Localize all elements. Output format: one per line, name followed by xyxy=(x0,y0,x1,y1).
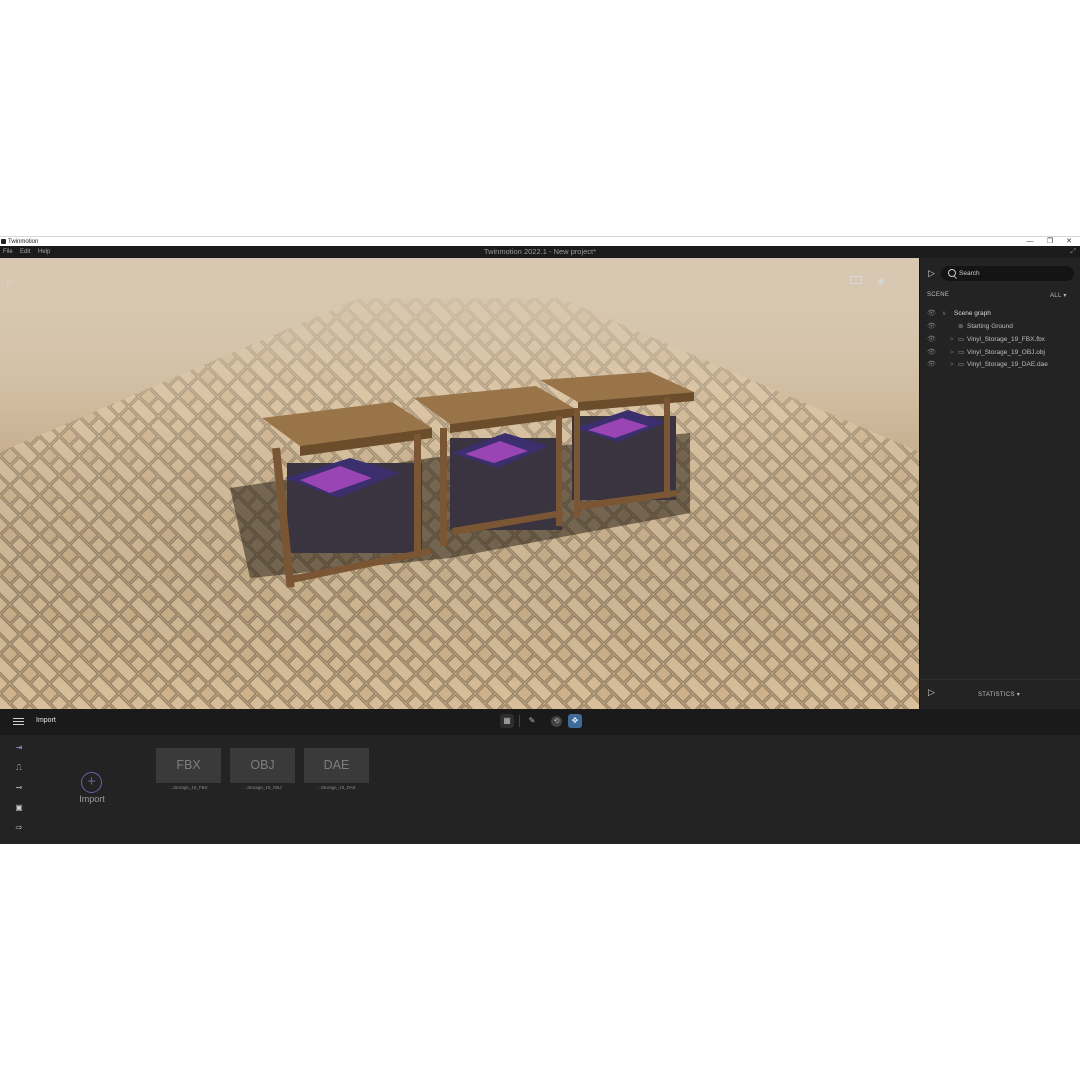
tree-label: Vinyl_Storage_19_OBJ.obj xyxy=(967,349,1045,356)
folder-icon: ▭ xyxy=(958,361,965,368)
viewport[interactable]: ▷ ◉ xyxy=(0,258,919,709)
toolbar-divider xyxy=(519,715,520,727)
play-icon[interactable]: ▷ xyxy=(928,687,935,697)
chevron-right-icon[interactable]: > xyxy=(950,347,954,359)
orbit-icon[interactable]: ⟲ xyxy=(551,716,562,727)
menu-file[interactable]: File xyxy=(3,246,13,258)
chevron-right-icon[interactable]: > xyxy=(950,359,954,371)
eye-icon[interactable]: 👁 xyxy=(927,334,936,346)
folder-icon: ▭ xyxy=(958,336,965,343)
chevron-down-icon[interactable]: ∨ xyxy=(942,308,946,320)
tree-row-scene-graph[interactable]: 👁 ∨ Scene graph xyxy=(920,308,1080,320)
expand-icon[interactable]: ⤢ xyxy=(1070,246,1076,258)
import-add-icon[interactable]: + xyxy=(81,772,102,793)
filter-label: ALL xyxy=(1050,293,1062,299)
import-panel: ⇥ ⎍ ⊸ ▣ ⇨ + Import FBX ...Storage_19_FBX… xyxy=(0,735,1080,844)
aspect-ratio-icon[interactable] xyxy=(850,276,862,284)
tree-row-dae[interactable]: 👁 > ▭ Vinyl_Storage_19_DAE.dae xyxy=(920,359,1080,371)
filter-dropdown[interactable]: ALL ▾ xyxy=(1050,292,1067,299)
menu-help[interactable]: Help xyxy=(38,246,50,258)
tree-label: Vinyl_Storage_19_FBX.fbx xyxy=(967,336,1045,343)
asset-caption: ...Storage_19_FBX xyxy=(169,785,208,790)
import-label[interactable]: Import xyxy=(72,794,112,804)
move-icon[interactable]: ✥ xyxy=(568,714,582,728)
tree-label: Vinyl_Storage_19_DAE.dae xyxy=(967,361,1048,368)
scene-panel: ▷ SCENE ALL ▾ 👁 ∨ Scene graph 👁 ⊛ Starti… xyxy=(919,258,1080,709)
eye-icon[interactable]: 👁 xyxy=(927,308,936,320)
search-box[interactable] xyxy=(941,266,1074,281)
asset-tile-dae[interactable]: DAE xyxy=(304,748,369,783)
eye-icon[interactable]: 👁 xyxy=(927,347,936,359)
asset-caption: ...Storage_19_DAE xyxy=(317,785,356,790)
app-logo-icon xyxy=(1,239,6,244)
animation-icon[interactable]: ⎍ xyxy=(11,763,27,773)
import-icon[interactable]: ⇥ xyxy=(11,743,27,753)
hamburger-menu-icon[interactable] xyxy=(13,718,24,719)
chevron-down-icon: ▾ xyxy=(1016,692,1021,698)
export-icon[interactable]: ⇨ xyxy=(11,823,27,833)
asset-tile-obj[interactable]: OBJ xyxy=(230,748,295,783)
visibility-icon[interactable]: ◉ xyxy=(877,276,885,286)
search-input[interactable] xyxy=(959,266,1069,281)
statistics-dropdown[interactable]: STATISTICS ▾ xyxy=(978,691,1020,698)
folder-icon: ▭ xyxy=(958,349,965,356)
tree-label: Scene graph xyxy=(954,310,991,317)
play-icon[interactable]: ▷ xyxy=(7,277,14,287)
tree-row-starting-ground[interactable]: 👁 ⊛ Starting Ground xyxy=(920,321,1080,333)
scene-label: SCENE xyxy=(927,292,950,298)
chevron-down-icon: ▾ xyxy=(1063,293,1067,299)
statistics-label: STATISTICS xyxy=(978,692,1015,698)
menu-edit[interactable]: Edit xyxy=(20,246,30,258)
app-title: Twinmotion 2022.1 - New project* xyxy=(483,247,597,256)
search-icon xyxy=(948,269,956,277)
statistics-bar: ▷ STATISTICS ▾ xyxy=(920,679,1080,710)
asset-caption: ...Storage_19_OBJ xyxy=(243,785,282,790)
collapse-panel-icon[interactable]: ▷ xyxy=(928,268,935,278)
eye-icon[interactable]: 👁 xyxy=(927,321,936,333)
bottom-toolbar: Import ▦ ✎ ⟲ ✥ xyxy=(0,709,1080,735)
settings-slider-icon[interactable]: ⊸ xyxy=(11,783,27,793)
eyedropper-icon[interactable]: ✎ xyxy=(525,714,539,728)
section-label: Import xyxy=(36,717,56,724)
tree-row-fbx[interactable]: 👁 > ▭ Vinyl_Storage_19_FBX.fbx xyxy=(920,334,1080,346)
chevron-right-icon[interactable]: > xyxy=(950,334,954,346)
eye-icon[interactable]: 👁 xyxy=(927,359,936,371)
grid-icon[interactable]: ▦ xyxy=(500,714,514,728)
paver-ground xyxy=(0,258,919,709)
asset-tile-fbx[interactable]: FBX xyxy=(156,748,221,783)
media-icon[interactable]: ▣ xyxy=(11,803,27,813)
tree-label: Starting Ground xyxy=(967,323,1013,330)
tree-row-obj[interactable]: 👁 > ▭ Vinyl_Storage_19_OBJ.obj xyxy=(920,347,1080,359)
menubar: Twinmotion 2022.1 - New project* File Ed… xyxy=(0,246,1080,258)
ground-icon: ⊛ xyxy=(958,323,964,330)
